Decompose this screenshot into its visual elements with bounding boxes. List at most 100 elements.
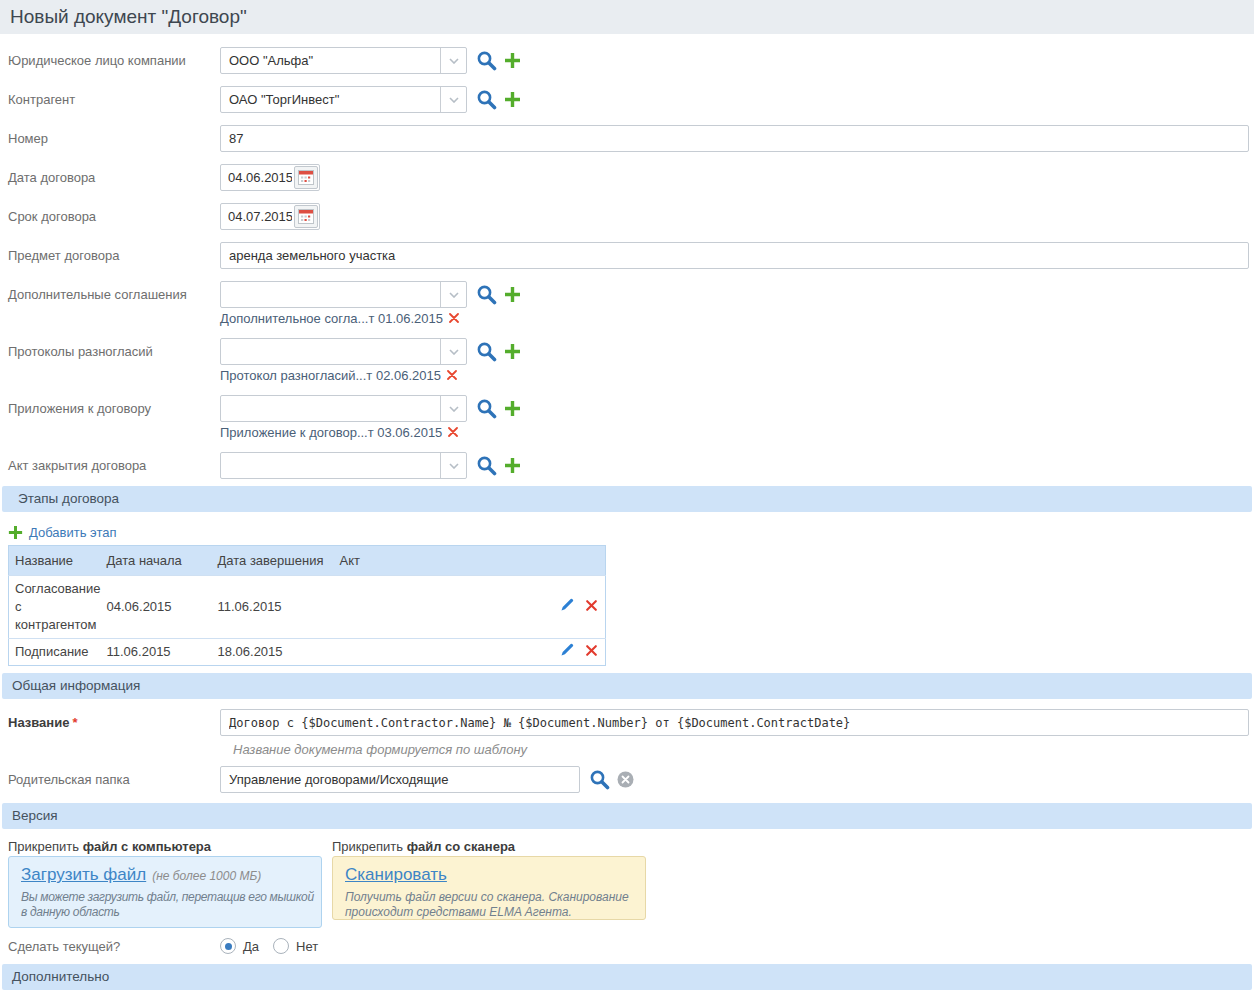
field-label: Юридическое лицо компании (8, 47, 220, 68)
field-row-protocols: Протоколы разногласий Протокол разноглас… (8, 338, 1249, 383)
remove-attachment-icon[interactable] (447, 370, 457, 380)
field-label: Акт закрытия договора (8, 452, 220, 473)
chevron-down-icon[interactable] (440, 282, 466, 307)
attachment-link[interactable]: Приложение к договор...т 03.06.2015 (220, 425, 442, 440)
attachment-link[interactable]: Протокол разногласий...т 02.06.2015 (220, 368, 441, 383)
parent-folder-input[interactable] (220, 766, 580, 793)
stages-table-header: Название Дата начала Дата завершения Акт (9, 546, 606, 576)
field-row-contract-term: Срок договора (8, 203, 1249, 230)
field-row-parent-folder: Родительская папка (8, 766, 1249, 793)
stage-start-date: 04.06.2015 (101, 576, 212, 639)
column-header-actions (554, 546, 606, 576)
attachment-link[interactable]: Дополнительное согла...т 01.06.2015 (220, 311, 443, 326)
chevron-down-icon[interactable] (440, 87, 466, 112)
upload-file-link[interactable]: Загрузить файл (21, 865, 146, 884)
remove-attachment-icon[interactable] (449, 313, 459, 323)
column-header: Дата завершения (212, 546, 334, 576)
upload-dropzone[interactable]: Загрузить файл (не более 1000 МБ) Вы може… (8, 856, 322, 928)
field-label: Сделать текущей? (8, 938, 220, 954)
attach-computer-title: Прикрепить файл с компьютера (8, 839, 322, 854)
search-icon[interactable] (476, 341, 497, 362)
stage-act (334, 576, 554, 639)
contract-term-input[interactable] (222, 209, 292, 224)
contract-date-input[interactable] (222, 170, 292, 185)
attach-from-computer-column: Прикрепить файл с компьютера Загрузить ф… (8, 839, 322, 928)
section-header-additional: Дополнительно (2, 964, 1252, 990)
field-label: Предмет договора (8, 242, 220, 263)
remove-attachment-icon[interactable] (448, 427, 458, 437)
chevron-down-icon[interactable] (440, 48, 466, 73)
chevron-down-icon[interactable] (440, 453, 466, 478)
delete-stage-icon[interactable] (586, 645, 597, 656)
combobox-value: ООО "Альфа" (221, 48, 440, 73)
scan-link[interactable]: Сканировать (345, 865, 447, 884)
annexes-combobox[interactable] (220, 395, 467, 422)
field-row-contractor: Контрагент ОАО "ТоргИнвест" (8, 86, 1249, 113)
field-label: Контрагент (8, 86, 220, 107)
search-icon[interactable] (476, 284, 497, 305)
combobox-value (221, 453, 440, 478)
document-form: Юридическое лицо компании ООО "Альфа" Ко… (0, 34, 1254, 990)
chevron-down-icon[interactable] (440, 396, 466, 421)
section-header-general: Общая информация (2, 673, 1252, 699)
combobox-value (221, 282, 440, 307)
field-row-name: Название* (8, 709, 1249, 736)
contractor-combobox[interactable]: ОАО "ТоргИнвест" (220, 86, 467, 113)
field-row-contract-date: Дата договора (8, 164, 1249, 191)
clear-folder-icon[interactable] (617, 771, 634, 788)
search-icon[interactable] (476, 89, 497, 110)
add-icon[interactable] (504, 286, 521, 303)
closing-act-combobox[interactable] (220, 452, 467, 479)
number-input[interactable] (220, 125, 1249, 152)
calendar-icon[interactable] (294, 166, 318, 189)
stage-end-date: 11.06.2015 (212, 576, 334, 639)
search-icon[interactable] (476, 50, 497, 71)
add-icon (8, 525, 23, 540)
name-input[interactable] (220, 709, 1249, 736)
stage-name: Подписание (9, 639, 101, 666)
field-label: Название* (8, 709, 220, 730)
column-header: Дата начала (101, 546, 212, 576)
field-row-number: Номер (8, 125, 1249, 152)
search-icon[interactable] (476, 455, 497, 476)
combobox-value (221, 396, 440, 421)
add-icon[interactable] (504, 91, 521, 108)
page-header: Новый документ "Договор" (0, 0, 1254, 34)
edit-stage-icon[interactable] (561, 598, 574, 611)
attach-scanner-title: Прикрепить файл со сканера (332, 839, 646, 854)
add-icon[interactable] (504, 343, 521, 360)
add-icon[interactable] (504, 400, 521, 417)
add-stage-button[interactable]: Добавить этап (8, 524, 1254, 540)
radio-yes[interactable] (220, 938, 236, 954)
delete-stage-icon[interactable] (586, 600, 597, 611)
version-columns: Прикрепить файл с компьютера Загрузить ф… (8, 839, 1254, 928)
upload-hint: Вы можете загрузить файл, перетащив его … (21, 890, 317, 920)
edit-stage-icon[interactable] (561, 643, 574, 656)
field-row-closing-act: Акт закрытия договора (8, 452, 1249, 479)
chevron-down-icon[interactable] (440, 339, 466, 364)
stage-row: Согласование с контрагентом 04.06.2015 1… (9, 576, 606, 639)
column-header: Акт (334, 546, 554, 576)
name-template-hint: Название документа формируется по шаблон… (233, 742, 1254, 757)
required-asterisk: * (72, 715, 77, 730)
stage-act (334, 639, 554, 666)
calendar-icon[interactable] (294, 205, 318, 228)
field-row-legal-entity: Юридическое лицо компании ООО "Альфа" (8, 47, 1249, 74)
add-icon[interactable] (504, 52, 521, 69)
search-icon[interactable] (476, 398, 497, 419)
upload-size-note: (не более 1000 МБ) (152, 869, 261, 883)
additional-agreements-combobox[interactable] (220, 281, 467, 308)
add-icon[interactable] (504, 457, 521, 474)
subject-input[interactable] (220, 242, 1249, 269)
contract-term-field (220, 203, 320, 230)
radio-yes-label: Да (243, 939, 259, 954)
legal-entity-combobox[interactable]: ООО "Альфа" (220, 47, 467, 74)
combobox-value (221, 339, 440, 364)
page-title: Новый документ "Договор" (10, 6, 247, 28)
search-icon[interactable] (589, 769, 610, 790)
scan-hint: Получить файл версии со сканера. Сканиро… (345, 890, 635, 920)
protocols-combobox[interactable] (220, 338, 467, 365)
radio-no[interactable] (273, 938, 289, 954)
add-stage-label: Добавить этап (29, 525, 117, 540)
field-label: Протоколы разногласий (8, 338, 220, 359)
